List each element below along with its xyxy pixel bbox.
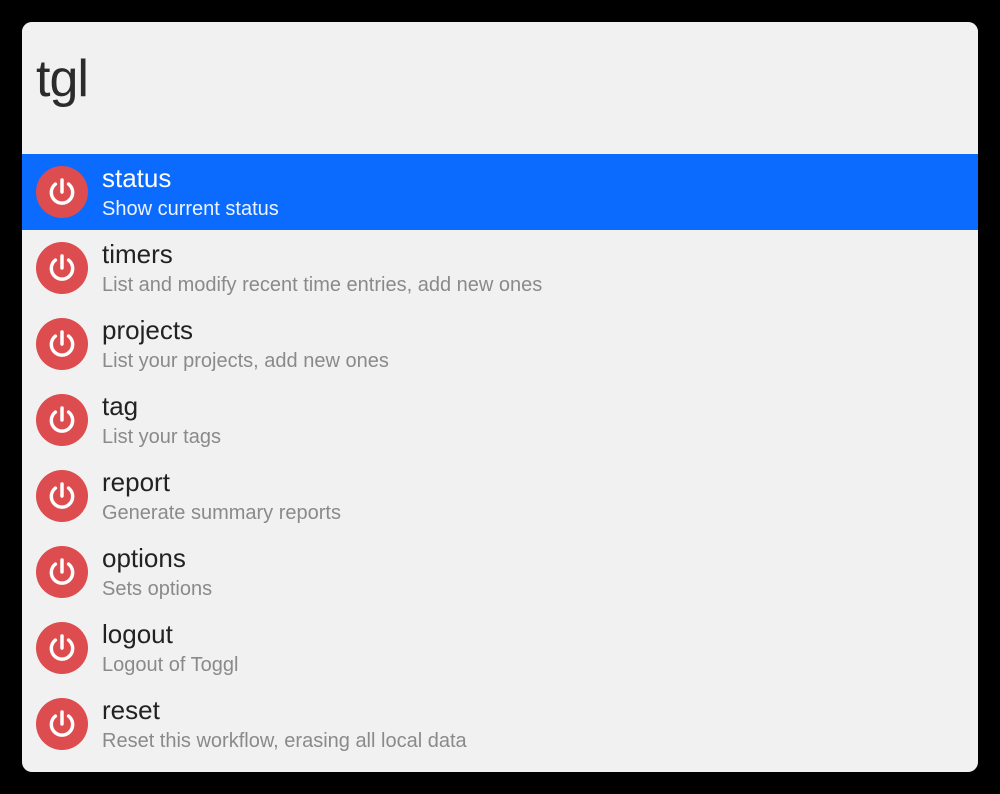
result-item-options[interactable]: options Sets options: [22, 534, 978, 610]
power-icon: [36, 470, 88, 522]
result-subtitle: Sets options: [102, 577, 212, 601]
result-item-reset[interactable]: reset Reset this workflow, erasing all lo…: [22, 686, 978, 762]
power-icon: [36, 166, 88, 218]
result-item-status[interactable]: status Show current status: [22, 154, 978, 230]
result-item-report[interactable]: report Generate summary reports: [22, 458, 978, 534]
result-text: tag List your tags: [102, 391, 221, 448]
result-title: reset: [102, 695, 467, 726]
power-icon: [36, 622, 88, 674]
result-title: status: [102, 163, 279, 194]
result-item-projects[interactable]: projects List your projects, add new ones: [22, 306, 978, 382]
power-icon: [36, 394, 88, 446]
power-icon: [36, 698, 88, 750]
result-title: report: [102, 467, 341, 498]
result-text: reset Reset this workflow, erasing all lo…: [102, 695, 467, 752]
result-title: options: [102, 543, 212, 574]
result-subtitle: List and modify recent time entries, add…: [102, 273, 542, 297]
result-text: logout Logout of Toggl: [102, 619, 238, 676]
result-subtitle: List your tags: [102, 425, 221, 449]
result-text: options Sets options: [102, 543, 212, 600]
power-icon: [36, 546, 88, 598]
result-item-timers[interactable]: timers List and modify recent time entrie…: [22, 230, 978, 306]
result-item-tag[interactable]: tag List your tags: [22, 382, 978, 458]
launcher-panel: status Show current status timers List and…: [22, 22, 978, 772]
result-item-logout[interactable]: logout Logout of Toggl: [22, 610, 978, 686]
power-icon: [36, 242, 88, 294]
result-subtitle: Show current status: [102, 197, 279, 221]
result-title: timers: [102, 239, 542, 270]
result-subtitle: Reset this workflow, erasing all local d…: [102, 729, 467, 753]
result-text: report Generate summary reports: [102, 467, 341, 524]
result-subtitle: List your projects, add new ones: [102, 349, 389, 373]
result-subtitle: Generate summary reports: [102, 501, 341, 525]
result-title: logout: [102, 619, 238, 650]
result-title: projects: [102, 315, 389, 346]
result-text: projects List your projects, add new ones: [102, 315, 389, 372]
result-title: tag: [102, 391, 221, 422]
result-subtitle: Logout of Toggl: [102, 653, 238, 677]
search-input[interactable]: [36, 49, 964, 109]
result-text: status Show current status: [102, 163, 279, 220]
search-bar: [22, 22, 978, 130]
results-list: status Show current status timers List and…: [22, 130, 978, 772]
result-text: timers List and modify recent time entrie…: [102, 239, 542, 296]
power-icon: [36, 318, 88, 370]
